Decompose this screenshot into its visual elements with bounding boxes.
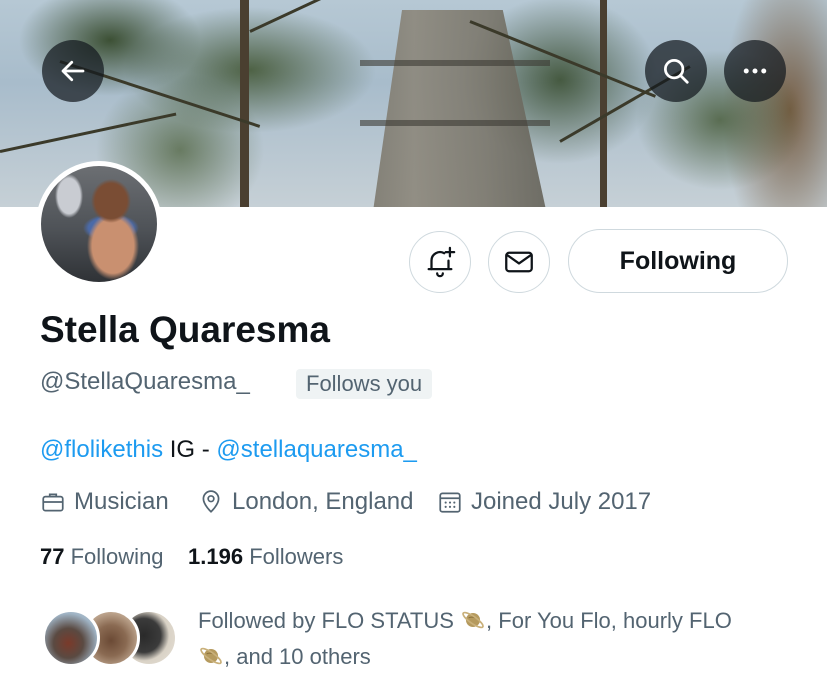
location-pin-icon [202, 490, 220, 513]
profile-avatar[interactable] [36, 161, 162, 287]
envelope-icon [505, 251, 533, 273]
more-button[interactable] [724, 40, 786, 102]
bio-text: IG - [163, 436, 217, 463]
bio-mention-link[interactable]: @stellaquaresma_ [216, 436, 416, 463]
follow-stats: 77 Following 1.196 Followers [40, 544, 343, 570]
following-button[interactable]: Following [568, 229, 788, 293]
banner-detail [360, 60, 550, 66]
followed-by-prefix: Followed by FLO STATUS [198, 608, 461, 633]
profile-bio: @flolikethis IG - @stellaquaresma_ [40, 436, 417, 464]
notify-button[interactable] [409, 231, 471, 293]
following-stat[interactable]: 77 Following [40, 544, 164, 569]
joined-item: Joined July 2017 [437, 488, 651, 516]
banner-detail [240, 0, 249, 207]
bio-mention-link[interactable]: @flolikethis [40, 436, 163, 463]
calendar-icon [439, 492, 461, 513]
back-button[interactable] [42, 40, 104, 102]
profession-item: Musician [40, 488, 169, 516]
profile-handle: @StellaQuaresma_ [40, 368, 250, 395]
followers-count: 1.196 [188, 544, 244, 569]
joined-text: Joined July 2017 [471, 488, 652, 515]
following-stat-label: Following [70, 544, 164, 569]
search-icon [664, 59, 689, 84]
banner-tower [373, 10, 546, 207]
briefcase-icon [42, 493, 64, 512]
bell-plus-icon [427, 246, 456, 278]
banner-detail [360, 120, 550, 126]
follower-avatar[interactable] [42, 609, 100, 667]
banner-detail [0, 112, 177, 153]
profile-name: Stella Quaresma [40, 309, 330, 350]
arrow-left-icon [61, 60, 85, 82]
follows-you-badge: Follows you [296, 369, 433, 399]
banner-detail [249, 0, 396, 33]
ringed-planet-icon [200, 647, 222, 665]
message-button[interactable] [488, 231, 550, 293]
following-count: 77 [40, 544, 65, 569]
more-horizontal-icon [743, 68, 767, 74]
ringed-planet-icon [462, 611, 484, 629]
followed-by-suffix: , and 10 others [224, 644, 371, 669]
followed-by-text[interactable]: Followed by FLO STATUS , For You Flo, ho… [198, 603, 798, 675]
location-item: London, England [198, 488, 414, 516]
location-text: London, England [232, 488, 414, 515]
followers-stat[interactable]: 1.196 Followers [188, 544, 343, 569]
followers-stat-label: Followers [249, 544, 344, 569]
banner-detail [600, 0, 607, 207]
followed-by-middle: , For You Flo, hourly FLO [486, 608, 732, 633]
search-button[interactable] [645, 40, 707, 102]
profession-text: Musician [74, 488, 169, 515]
